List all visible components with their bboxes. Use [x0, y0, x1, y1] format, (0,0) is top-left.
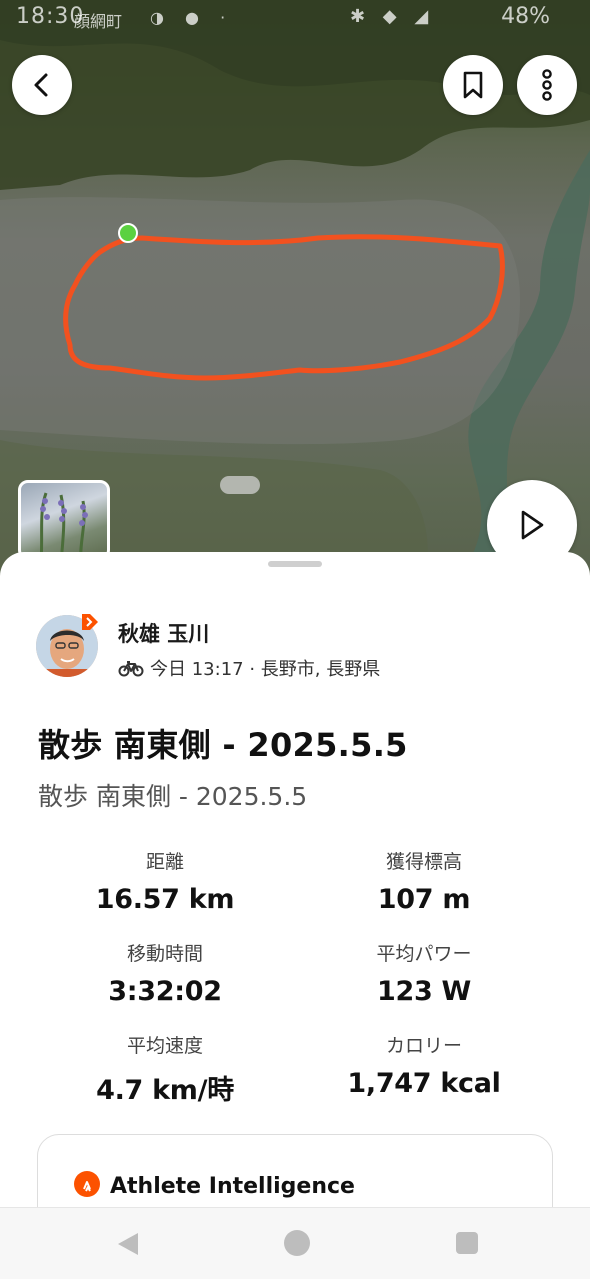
stat-value: 1,747 kcal: [347, 1068, 501, 1099]
sheet-drag-handle[interactable]: [268, 561, 322, 567]
stat-value: 123 W: [376, 976, 472, 1007]
bookmark-button[interactable]: [443, 55, 503, 115]
activity-photo-thumbnail[interactable]: [18, 480, 110, 560]
nav-home-icon[interactable]: [284, 1230, 310, 1256]
status-notification-icons: ◑ ● ·: [150, 8, 234, 27]
system-navigation-bar: [0, 1207, 590, 1279]
start-point-marker: [118, 223, 138, 243]
stat-elevation-gain: 獲得標高 107 m: [294, 847, 554, 915]
stat-label: 平均速度: [126, 1035, 203, 1057]
stat-avg-speed: 平均速度 4.7 km/時: [35, 1031, 295, 1107]
status-bar: 18:30 顔網町 ◑ ● · ✱ ◆ ◢ 48%: [0, 0, 590, 36]
activity-description: 散歩 南東側 - 2025.5.5: [38, 782, 308, 811]
stat-value: 107 m: [377, 884, 471, 915]
more-options-button[interactable]: [517, 55, 577, 115]
stat-label: 移動時間: [126, 943, 203, 965]
bookmark-icon: [463, 71, 483, 99]
stat-value: 16.57 km: [95, 884, 235, 915]
stat-label: 平均パワー: [376, 943, 472, 965]
play-icon: [521, 510, 544, 540]
route-map[interactable]: 18:30 顔網町 ◑ ● · ✱ ◆ ◢ 48%: [0, 0, 590, 600]
athlete-name[interactable]: 秋雄 玉川: [118, 618, 209, 648]
athlete-intelligence-title: Athlete Intelligence: [110, 1174, 355, 1199]
battery-level: 48%: [501, 4, 550, 29]
status-carrier: 顔網町: [74, 12, 123, 31]
stat-label: カロリー: [385, 1035, 462, 1057]
nav-recents-icon[interactable]: [456, 1232, 478, 1254]
stat-value: 4.7 km/時: [96, 1075, 234, 1106]
back-button[interactable]: [12, 55, 72, 115]
stat-label: 獲得標高: [385, 851, 462, 873]
chevron-left-icon: [34, 73, 48, 97]
activity-time-location: 今日 13:17 · 長野市, 長野県: [150, 659, 381, 680]
stat-value: 3:32:02: [108, 976, 222, 1007]
status-connectivity-icons: ✱ ◆ ◢: [350, 6, 435, 27]
strava-logo-icon: [74, 1171, 100, 1197]
bike-icon: [118, 661, 144, 677]
more-vertical-icon: [542, 69, 552, 101]
plant-photo: [39, 492, 88, 557]
subscriber-badge-icon: [82, 614, 98, 630]
activity-title: 散歩 南東側 - 2025.5.5: [38, 726, 408, 764]
activity-meta: 今日 13:17 · 長野市, 長野県: [118, 655, 380, 681]
stat-distance: 距離 16.57 km: [35, 847, 295, 915]
stat-calories: カロリー 1,747 kcal: [294, 1031, 554, 1099]
activity-detail-sheet: 秋雄 玉川 今日 13:17 · 長野市, 長野県 散歩 南東側 - 2025.…: [0, 552, 590, 1279]
stat-label: 距離: [145, 851, 184, 873]
stat-moving-time: 移動時間 3:32:02: [35, 939, 295, 1007]
stat-avg-power: 平均パワー 123 W: [294, 939, 554, 1007]
nav-back-icon[interactable]: [116, 1231, 140, 1257]
